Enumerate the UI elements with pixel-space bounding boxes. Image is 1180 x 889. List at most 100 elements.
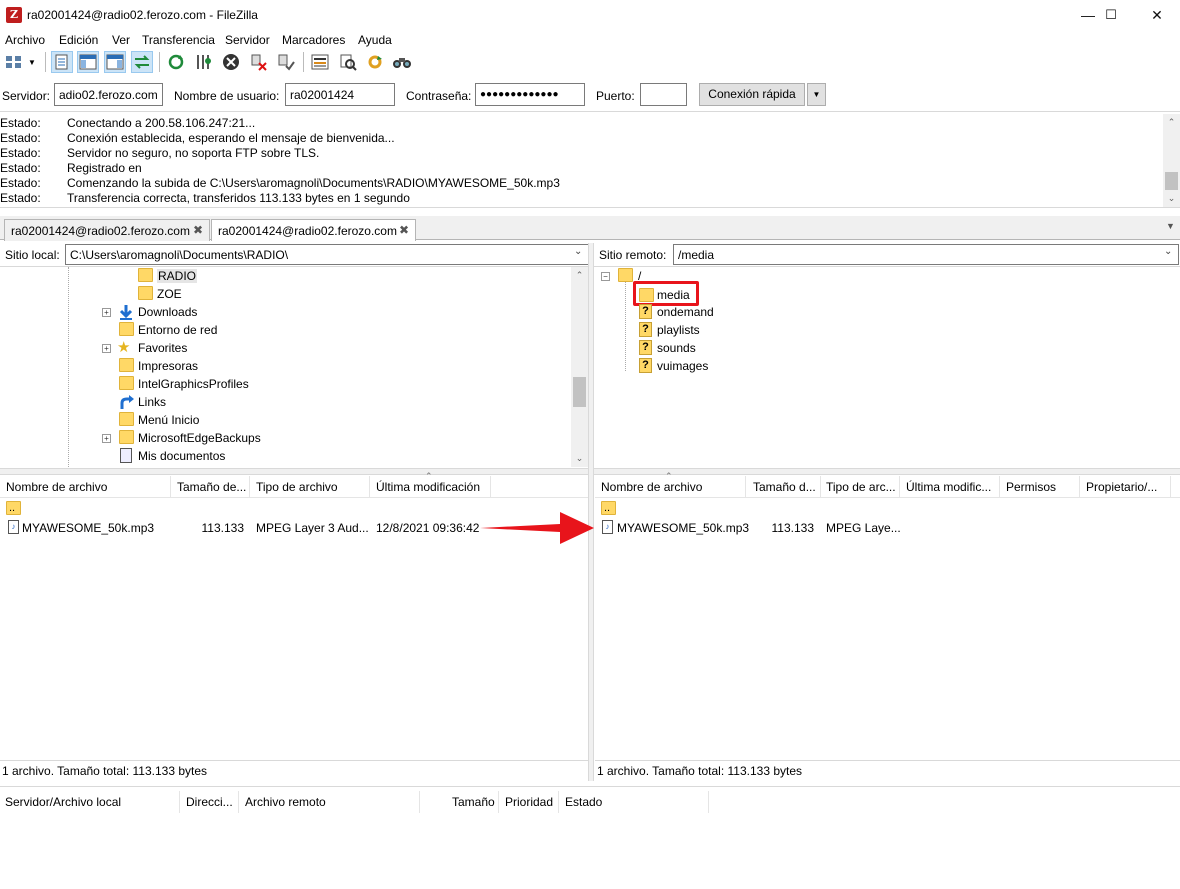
process-queue-icon[interactable] (193, 51, 215, 73)
local-path-dropdown-icon[interactable]: ⌄ (574, 246, 582, 257)
tree-item-entorno-de-red[interactable]: Entorno de red (118, 321, 238, 339)
local-tree-scrollbar[interactable]: ⌃ ⌄ (571, 267, 588, 467)
title-bar: Z ra02001424@radio02.ferozo.com - FileZi… (0, 0, 1180, 30)
local-site-label: Sitio local: (5, 248, 60, 262)
connection-tabs: ra02001424@radio02.ferozo.com ✖ ra020014… (0, 216, 1180, 241)
menu-bar: Archivo Edición Ver Transferencia Servid… (0, 30, 1180, 48)
expand-icon[interactable]: + (102, 434, 111, 443)
column-size[interactable]: Tamaño d... (753, 480, 817, 494)
search-icon[interactable] (391, 51, 413, 73)
site-manager-icon[interactable] (3, 51, 25, 73)
tab-list-dropdown-icon[interactable]: ▼ (1166, 221, 1175, 231)
password-input[interactable]: ●●●●●●●●●●●●● (475, 83, 585, 106)
column-permissions[interactable]: Permisos (1006, 480, 1076, 494)
column-filetype[interactable]: Tipo de archivo (256, 480, 368, 494)
dropdown-arrow-icon[interactable]: ▼ (25, 51, 39, 73)
tree-item-menu-inicio[interactable]: Menú Inicio (118, 411, 238, 429)
remote-site-bar: Sitio remoto: /media ⌄ (594, 243, 1180, 267)
tree-item-sounds[interactable]: ? sounds (639, 339, 739, 357)
tree-item-impresoras[interactable]: Impresoras (118, 357, 238, 375)
table-row[interactable]: ♪ MYAWESOME_50k.mp3 113.133 MPEG Laye... (595, 519, 1180, 537)
refresh-icon[interactable] (165, 51, 187, 73)
transfer-queue: Servidor/Archivo local Direcci... Archiv… (0, 786, 1180, 889)
host-input[interactable]: adio02.ferozo.com (54, 83, 163, 106)
tree-item-playlists[interactable]: ? playlists (639, 321, 739, 339)
download-arrow-icon (119, 305, 133, 320)
tree-item-intelgraphicsprofiles[interactable]: IntelGraphicsProfiles (118, 375, 258, 393)
password-label: Contraseña: (406, 89, 472, 103)
scroll-up-icon[interactable]: ⌃ (1163, 114, 1180, 131)
queue-column-remote-file[interactable]: Archivo remoto (245, 795, 326, 809)
tree-item-favorites[interactable]: + ★ Favorites (102, 339, 222, 357)
queue-column-priority[interactable]: Prioridad (505, 795, 553, 809)
list-item-parent[interactable]: .. (595, 499, 1180, 517)
folder-icon (138, 286, 153, 300)
expand-icon[interactable]: + (102, 344, 111, 353)
column-size[interactable]: Tamaño de... (177, 480, 249, 494)
tree-item-microsoftedgebackups[interactable]: + MicrosoftEdgeBackups (102, 429, 262, 447)
tree-item-ondemand[interactable]: ? ondemand (639, 303, 739, 321)
local-site-bar: Sitio local: C:\Users\aromagnoli\Documen… (0, 243, 590, 267)
tree-item-downloads[interactable]: + Downloads (102, 303, 222, 321)
cancel-icon[interactable] (220, 51, 242, 73)
queue-column-status[interactable]: Estado (565, 795, 602, 809)
username-input[interactable]: ra02001424 (285, 83, 395, 106)
folder-icon (119, 358, 134, 372)
scroll-thumb[interactable] (1165, 172, 1178, 190)
column-last-modified[interactable]: Última modificación (376, 480, 490, 494)
scroll-up-icon[interactable]: ⌃ (571, 267, 588, 284)
folder-icon (639, 288, 654, 302)
column-filename[interactable]: Nombre de archivo (601, 480, 741, 494)
close-tab-icon[interactable]: ✖ (193, 223, 203, 237)
queue-column-direction[interactable]: Direcci... (186, 795, 233, 809)
toggle-comparison-icon[interactable] (337, 51, 359, 73)
menu-ayuda[interactable]: Ayuda (358, 33, 392, 47)
tree-item-mis-documentos[interactable]: Mis documentos (118, 447, 238, 465)
scroll-thumb[interactable] (573, 377, 586, 407)
column-last-modified[interactable]: Última modific... (906, 480, 998, 494)
menu-ver[interactable]: Ver (112, 33, 130, 47)
tree-item-links[interactable]: Links (118, 393, 238, 411)
queue-column-local-file[interactable]: Servidor/Archivo local (5, 795, 121, 809)
toggle-queue-icon[interactable] (131, 51, 153, 73)
toggle-log-icon[interactable] (51, 51, 73, 73)
scroll-down-icon[interactable]: ⌄ (571, 450, 588, 467)
sync-browsing-icon[interactable] (364, 51, 386, 73)
local-status-text: 1 archivo. Tamaño total: 113.133 bytes (0, 760, 588, 780)
quickconnect-dropdown-button[interactable]: ▼ (807, 83, 826, 106)
column-filename[interactable]: Nombre de archivo (6, 480, 166, 494)
menu-transferencia[interactable]: Transferencia (142, 33, 215, 47)
remote-path-dropdown-icon[interactable]: ⌄ (1164, 246, 1172, 257)
reconnect-icon[interactable] (275, 51, 297, 73)
disconnect-icon[interactable] (248, 51, 270, 73)
tree-item-radio[interactable]: RADIO (138, 267, 198, 285)
folder-icon (119, 322, 134, 336)
log-scrollbar[interactable]: ⌃ ⌄ (1163, 114, 1180, 207)
menu-edicion[interactable]: Edición (59, 33, 98, 47)
toggle-remote-tree-icon[interactable] (104, 51, 126, 73)
tab-label: ra02001424@radio02.ferozo.com (218, 224, 397, 238)
menu-archivo[interactable]: Archivo (5, 33, 45, 47)
remote-path-input[interactable]: /media (673, 244, 1179, 265)
tree-item-vuimages[interactable]: ? vuimages (639, 357, 739, 375)
menu-marcadores[interactable]: Marcadores (282, 33, 345, 47)
connection-tab[interactable]: ra02001424@radio02.ferozo.com ✖ (4, 219, 210, 241)
column-owner-group[interactable]: Propietario/... (1086, 480, 1166, 494)
local-path-input[interactable]: C:\Users\aromagnoli\Documents\RADIO\ (65, 244, 589, 265)
port-input[interactable] (640, 83, 687, 106)
close-button[interactable]: ✕ (1134, 0, 1180, 30)
tree-item-zoe[interactable]: ZOE (138, 285, 198, 303)
toggle-local-tree-icon[interactable] (77, 51, 99, 73)
column-filetype[interactable]: Tipo de arc... (826, 480, 896, 494)
close-tab-icon[interactable]: ✖ (399, 223, 409, 237)
connection-tab-active[interactable]: ra02001424@radio02.ferozo.com ✖ (211, 219, 416, 241)
quickconnect-button[interactable]: Conexión rápida (699, 83, 805, 106)
queue-column-size[interactable]: Tamaño (452, 795, 495, 809)
menu-servidor[interactable]: Servidor (225, 33, 270, 47)
annotation-arrow-icon (480, 512, 594, 544)
collapse-icon[interactable]: − (601, 272, 610, 281)
scroll-down-icon[interactable]: ⌄ (1163, 190, 1180, 207)
directory-listing-filter-icon[interactable] (309, 51, 331, 73)
maximize-button[interactable]: ☐ (1088, 0, 1134, 30)
expand-icon[interactable]: + (102, 308, 111, 317)
